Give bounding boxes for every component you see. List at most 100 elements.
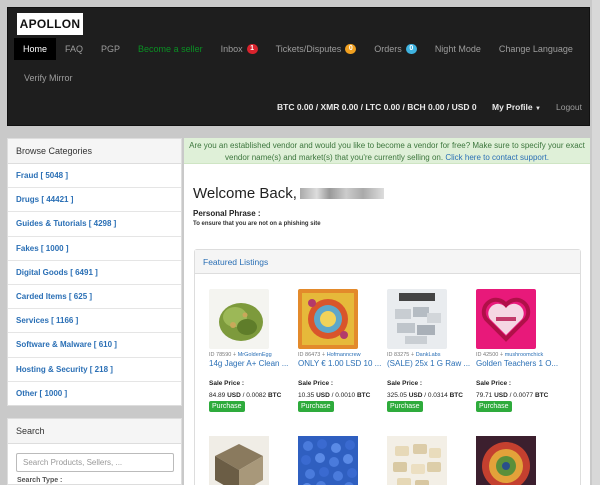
nav-become-seller[interactable]: Become a seller — [129, 38, 212, 60]
vendor-link[interactable]: Hofmanncrew — [327, 352, 361, 358]
nav-change-language[interactable]: Change Language — [490, 38, 582, 60]
listing-title[interactable]: ONLY € 1.00 LSD 10 ... — [298, 359, 384, 368]
my-profile-label: My Profile — [492, 102, 533, 112]
search-type-label: Search Type : — [17, 477, 63, 484]
categories-heading: Browse Categories — [8, 139, 181, 164]
nav-verify-mirror[interactable]: Verify Mirror — [15, 68, 82, 88]
purchase-button[interactable]: Purchase — [476, 401, 512, 412]
category-link[interactable]: Fakes [ 1000 ] — [8, 237, 181, 261]
nav-inbox[interactable]: Inbox 1 — [212, 38, 267, 60]
category-link[interactable]: Hosting & Security [ 218 ] — [8, 358, 181, 382]
site-logo[interactable]: APOLLON — [17, 13, 83, 35]
my-profile-dropdown[interactable]: My Profile ▼ — [492, 102, 541, 112]
listing-image[interactable] — [209, 436, 269, 485]
category-link[interactable]: Drugs [ 44421 ] — [8, 188, 181, 213]
listing-image[interactable] — [387, 436, 447, 485]
vendor-alert: Are you an established vendor and would … — [184, 138, 590, 164]
listing-id: ID 78590 ⍭ — [209, 352, 237, 358]
btc-unit: BTC — [267, 392, 282, 399]
purchase-button[interactable]: Purchase — [387, 401, 423, 412]
listing-meta: ID 83275 ⍭ DankLabs — [387, 352, 440, 359]
price-usd: 10.35 — [298, 392, 315, 399]
listing-title[interactable]: 14g Jager A+ Clean ... — [209, 359, 295, 368]
listing-id: ID 83275 ⍭ — [387, 352, 415, 358]
listing-image[interactable] — [476, 289, 536, 349]
nav-faq[interactable]: FAQ — [56, 38, 92, 60]
price-btc: 0.0010 — [335, 392, 356, 399]
contact-support-link[interactable]: Click here to contact support. — [445, 153, 549, 162]
sale-price-label: Sale Price : — [476, 380, 512, 387]
nav-pgp[interactable]: PGP — [92, 38, 129, 60]
orders-count-badge: 0 — [405, 44, 417, 54]
listing-meta: ID 86473 ⍭ Hofmanncrew — [298, 352, 361, 359]
listing-image[interactable] — [387, 289, 447, 349]
sale-price-label: Sale Price : — [298, 380, 334, 387]
main-content: Are you an established vendor and would … — [184, 138, 590, 485]
btc-unit: BTC — [534, 392, 549, 399]
listing-meta: ID 78590 ⍭ MrGoldenEgg — [209, 352, 272, 359]
listing-image[interactable] — [476, 436, 536, 485]
sale-price-label: Sale Price : — [387, 380, 423, 387]
nav-tickets-label: Tickets/Disputes — [275, 44, 342, 54]
vendor-link[interactable]: MrGoldenEgg — [238, 352, 272, 358]
caret-down-icon: ▼ — [535, 106, 541, 112]
btc-unit: BTC — [449, 392, 463, 399]
listing-image[interactable] — [298, 436, 358, 485]
vendor-link[interactable]: mushroomchick — [505, 352, 544, 358]
categories-panel: Browse Categories Fraud [ 5048 ] Drugs [… — [7, 138, 182, 406]
price-usd: 325.05 — [387, 392, 407, 399]
category-link[interactable]: Guides & Tutorials [ 4298 ] — [8, 212, 181, 237]
listing-title[interactable]: Golden Teachers 1 O... — [476, 359, 562, 368]
price-btc: 0.0077 — [513, 392, 534, 399]
listing-price: 79.71 USD / 0.0077 BTC — [476, 392, 549, 399]
category-link[interactable]: Software & Malware [ 610 ] — [8, 333, 181, 358]
listing-id: ID 42500 ⍭ — [476, 352, 504, 358]
category-link[interactable]: Services [ 1166 ] — [8, 309, 181, 334]
category-link[interactable]: Digital Goods [ 6491 ] — [8, 261, 181, 285]
listing-meta: ID 42500 ⍭ mushroomchick — [476, 352, 543, 359]
search-input[interactable] — [16, 453, 174, 472]
search-panel: Search Search Type : — [7, 418, 182, 485]
search-heading: Search — [8, 419, 181, 444]
personal-phrase-hint: To ensure that you are not on a phishing… — [193, 221, 321, 227]
nav-tickets[interactable]: Tickets/Disputes 0 — [267, 38, 366, 60]
price-usd: 84.89 — [209, 392, 226, 399]
vendor-link[interactable]: DankLabs — [416, 352, 441, 358]
purchase-button[interactable]: Purchase — [298, 401, 334, 412]
listing-image[interactable] — [209, 289, 269, 349]
listing-price: 10.35 USD / 0.0010 BTC — [298, 392, 371, 399]
nav-orders[interactable]: Orders 0 — [365, 38, 426, 60]
price-btc: 0.0314 — [427, 392, 448, 399]
category-link[interactable]: Carded Items [ 625 ] — [8, 285, 181, 310]
listing-image[interactable] — [298, 289, 358, 349]
tickets-count-badge: 0 — [345, 44, 357, 54]
featured-listings-heading: Featured Listings — [195, 250, 580, 274]
wallet-balances: BTC 0.00 / XMR 0.00 / LTC 0.00 / BCH 0.0… — [277, 102, 477, 112]
listing-price: 84.89 USD / 0.0082 BTC — [209, 392, 282, 399]
listing-price: 325.05 USD / 0.0314 BTC — [387, 392, 463, 399]
nav-inbox-label: Inbox — [220, 44, 243, 54]
page-scrollbar[interactable] — [592, 0, 600, 485]
listing-title[interactable]: (SALE) 25x 1 G Raw ... — [387, 359, 473, 368]
nav-orders-label: Orders — [374, 44, 402, 54]
category-link[interactable]: Fraud [ 5048 ] — [8, 164, 181, 189]
inbox-count-badge: 1 — [246, 44, 258, 54]
nav-home[interactable]: Home — [14, 38, 57, 60]
top-navbar: APOLLON Home FAQ PGP Become a seller Inb… — [7, 7, 590, 126]
sale-price-label: Sale Price : — [209, 380, 245, 387]
usd-unit: USD — [494, 392, 508, 399]
usd-unit: USD — [316, 392, 330, 399]
personal-phrase-label: Personal Phrase : — [193, 209, 261, 218]
purchase-button[interactable]: Purchase — [209, 401, 245, 412]
listing-id: ID 86473 ⍭ — [298, 352, 326, 358]
usd-unit: USD — [408, 392, 423, 399]
logout-link[interactable]: Logout — [556, 102, 582, 112]
price-btc: 0.0082 — [246, 392, 267, 399]
category-link[interactable]: Other [ 1000 ] — [8, 382, 181, 406]
price-usd: 79.71 — [476, 392, 493, 399]
featured-listings-panel: Featured Listings ID 78590 ⍭ MrGoldenEgg… — [194, 249, 581, 485]
nav-night-mode[interactable]: Night Mode — [426, 38, 490, 60]
nav-links: Home FAQ PGP Become a seller Inbox 1 Tic… — [14, 38, 582, 60]
usd-unit: USD — [227, 392, 241, 399]
welcome-heading: Welcome Back, — [193, 185, 384, 202]
